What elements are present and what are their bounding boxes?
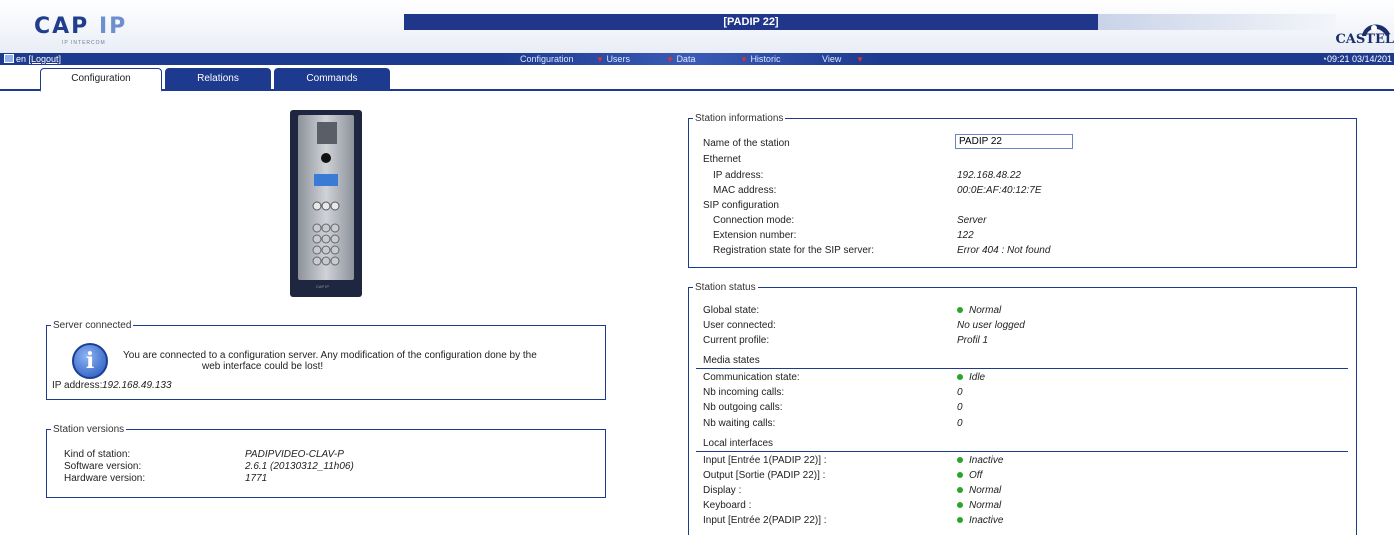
title-bar-fade xyxy=(1098,14,1336,30)
version-value: 2.6.1 (20130312_11h06) xyxy=(245,461,354,472)
interface-label: Keyboard : xyxy=(703,500,752,511)
server-connected-legend: Server connected xyxy=(53,320,132,331)
communication-state-value: Idle xyxy=(957,372,985,383)
profile-label: Current profile: xyxy=(703,335,770,346)
status-ok-icon xyxy=(957,374,963,380)
castel-brand: CASTEL xyxy=(1335,32,1394,47)
server-ip-label: IP address: xyxy=(52,380,103,391)
mac-address-label: MAC address: xyxy=(713,185,777,196)
server-message: You are connected to a configuration ser… xyxy=(123,350,537,361)
station-name-input[interactable] xyxy=(955,134,1073,149)
sip-title: SIP configuration xyxy=(703,200,779,211)
status-ok-icon xyxy=(957,517,963,523)
status-ok-icon xyxy=(957,502,963,508)
interface-label: Display : xyxy=(703,485,742,496)
station-status-legend: Station status xyxy=(695,282,756,293)
server-ip-value: 192.168.49.133 xyxy=(102,380,172,391)
waiting-calls-value: 0 xyxy=(957,418,963,429)
chevron-down-icon: ▼ xyxy=(596,55,604,64)
logout-link[interactable]: [Logout] xyxy=(29,54,62,64)
station-informations-legend: Station informations xyxy=(695,113,784,124)
divider xyxy=(696,368,1348,369)
clock: ◔09:21 03/14/201 xyxy=(1321,54,1393,64)
interface-value: Inactive xyxy=(957,515,1003,526)
ip-address-value: 192.168.48.22 xyxy=(957,170,1021,181)
version-label: Hardware version: xyxy=(64,473,146,484)
status-ok-icon xyxy=(957,457,963,463)
device-label: CAP IP xyxy=(316,284,330,289)
tab-bar: Configuration Relations Commands xyxy=(0,65,1394,92)
outgoing-calls-value: 0 xyxy=(957,402,963,413)
server-message-2: web interface could be lost! xyxy=(202,361,324,372)
page-title: [PADIP 22] xyxy=(404,14,1098,30)
local-interfaces-title: Local interfaces xyxy=(703,438,774,449)
global-state-label: Global state: xyxy=(703,305,760,316)
global-state-value: Normal xyxy=(957,305,1001,316)
media-states-title: Media states xyxy=(703,355,760,366)
divider xyxy=(696,451,1348,452)
registration-value: Error 404 : Not found xyxy=(957,245,1051,256)
outgoing-calls-label: Nb outgoing calls: xyxy=(703,402,783,413)
status-ok-icon xyxy=(957,487,963,493)
profile-value: Profil 1 xyxy=(957,335,989,346)
extension-value: 122 xyxy=(957,230,974,241)
connection-mode-label: Connection mode: xyxy=(713,215,795,226)
menu-view[interactable]: View xyxy=(822,53,841,65)
interface-label: Input [Entrée 2(PADIP 22)] : xyxy=(703,515,827,526)
app-header: CAP IP IP INTERCOM [PADIP 22] CASTEL xyxy=(0,0,1394,53)
status-ok-icon xyxy=(957,472,963,478)
tab-configuration[interactable]: Configuration xyxy=(40,68,162,92)
version-label: Software version: xyxy=(64,461,142,472)
version-value: PADIPVIDEO-CLAV-P xyxy=(245,449,344,460)
station-device-image: CAP IP xyxy=(290,110,362,297)
station-name-label: Name of the station xyxy=(703,138,790,149)
interface-value: Normal xyxy=(957,485,1001,496)
version-value: 1771 xyxy=(245,473,268,484)
chevron-down-icon: ▼ xyxy=(740,55,748,64)
extension-label: Extension number: xyxy=(713,230,797,241)
waiting-calls-label: Nb waiting calls: xyxy=(703,418,776,429)
logo-subtitle: IP INTERCOM xyxy=(62,40,106,46)
language-selector[interactable]: en [Logout] xyxy=(4,53,61,65)
user-connected-value: No user logged xyxy=(957,320,1025,331)
interface-label: Input [Entrée 1(PADIP 22)] : xyxy=(703,455,827,466)
connection-mode-value: Server xyxy=(957,215,987,226)
incoming-calls-value: 0 xyxy=(957,387,963,398)
chevron-down-icon: ▼ xyxy=(666,55,674,64)
info-icon: i xyxy=(72,343,108,379)
ethernet-title: Ethernet xyxy=(703,154,741,165)
tab-relations[interactable]: Relations xyxy=(165,68,271,90)
interface-value: Inactive xyxy=(957,455,1003,466)
communication-state-label: Communication state: xyxy=(703,372,800,383)
interface-value: Off xyxy=(957,470,982,481)
flag-icon xyxy=(4,54,14,63)
incoming-calls-label: Nb incoming calls: xyxy=(703,387,785,398)
mac-address-value: 00:0E:AF:40:12:7E xyxy=(957,185,1042,196)
registration-label: Registration state for the SIP server: xyxy=(713,245,875,256)
intercom-panel-icon xyxy=(312,122,340,266)
ip-address-label: IP address: xyxy=(713,170,764,181)
interface-label: Output [Sortie (PADIP 22)] : xyxy=(703,470,826,481)
station-versions-legend: Station versions xyxy=(53,424,125,435)
tab-commands[interactable]: Commands xyxy=(274,68,390,90)
cap-ip-logo: CAP IP xyxy=(34,14,128,39)
status-ok-icon xyxy=(957,307,963,313)
menu-configuration[interactable]: Configuration xyxy=(520,53,574,65)
version-label: Kind of station: xyxy=(64,449,131,460)
menu-bar: en [Logout] Configuration ▼ Users ▼ Data… xyxy=(0,53,1394,65)
interface-value: Normal xyxy=(957,500,1001,511)
user-connected-label: User connected: xyxy=(703,320,776,331)
